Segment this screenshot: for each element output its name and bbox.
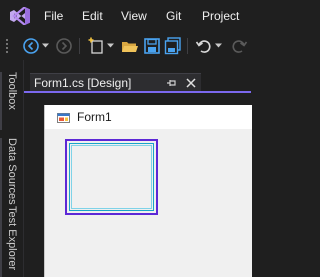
visual-studio-logo-icon[interactable] <box>8 7 32 25</box>
form-title: Form1 <box>77 110 112 124</box>
new-project-dropdown-icon[interactable] <box>107 42 114 49</box>
toolbox-tab[interactable]: Toolbox <box>0 72 20 130</box>
document-tab-row: Form1.cs [Design] <box>24 60 251 92</box>
side-tool-strip: Toolbox Data Sources Test Explorer <box>0 60 24 277</box>
document-tab-form1-design[interactable]: Form1.cs [Design] <box>30 73 201 92</box>
forward-icon[interactable] <box>55 37 73 55</box>
undo-dropdown-icon[interactable] <box>215 42 222 49</box>
save-icon[interactable] <box>143 37 161 55</box>
back-dropdown-icon[interactable] <box>42 42 49 49</box>
tab-indicator <box>0 72 2 130</box>
menu-file[interactable]: File <box>44 9 63 23</box>
selected-control-selection-frame[interactable] <box>65 139 158 215</box>
pin-icon[interactable] <box>166 77 178 89</box>
undo-icon[interactable] <box>195 37 213 55</box>
form-titlebar[interactable]: Form1 <box>45 105 252 129</box>
toolbox-tab-label: Toolbox <box>6 72 18 110</box>
tab-indicator <box>0 206 2 277</box>
menu-git[interactable]: Git <box>166 9 181 23</box>
save-all-icon[interactable] <box>164 37 182 55</box>
form-window-icon <box>57 113 70 123</box>
form-design-canvas[interactable]: Form1 <box>44 105 252 277</box>
menu-view[interactable]: View <box>121 9 147 23</box>
selected-control[interactable] <box>69 143 154 211</box>
menu-bar: File Edit View Git Project <box>0 0 251 32</box>
data-sources-tab-label: Data Sources <box>6 138 18 205</box>
toolbar-separator <box>187 38 188 54</box>
designer-surface: Form1 <box>24 93 252 277</box>
open-folder-icon[interactable] <box>121 37 139 55</box>
toolbar-separator <box>79 38 80 54</box>
new-project-icon[interactable] <box>87 37 105 55</box>
document-tab-label: Form1.cs [Design] <box>34 76 132 90</box>
close-icon[interactable] <box>185 77 197 89</box>
back-icon[interactable] <box>22 37 40 55</box>
redo-icon[interactable] <box>230 37 248 55</box>
control-inner-border <box>71 145 152 209</box>
test-explorer-tab-label: Test Explorer <box>6 206 18 271</box>
menu-edit[interactable]: Edit <box>82 9 103 23</box>
menu-project[interactable]: Project <box>202 9 239 23</box>
standard-toolbar <box>0 32 251 60</box>
test-explorer-tab[interactable]: Test Explorer <box>0 206 20 277</box>
toolbar-grip[interactable] <box>5 38 9 54</box>
